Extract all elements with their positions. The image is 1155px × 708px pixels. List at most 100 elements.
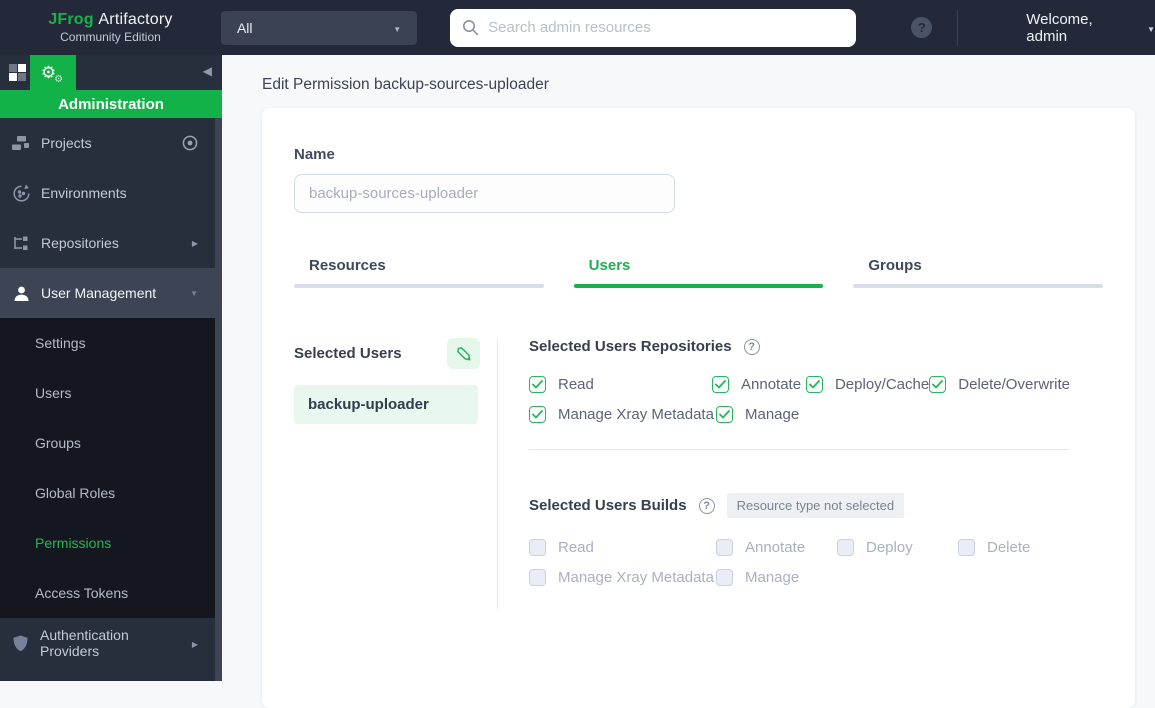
sidebar-item-settings[interactable]: Settings <box>0 318 215 368</box>
sidebar-item-users[interactable]: Users <box>0 368 215 418</box>
checkmark-icon <box>715 380 726 389</box>
checkmark-icon <box>532 410 543 419</box>
checkbox-checked[interactable] <box>529 406 546 423</box>
chevron-right-icon <box>192 239 198 248</box>
sidebar-item-authentication-providers[interactable]: Authentication Providers <box>0 618 222 668</box>
sidebar-section-title: Administration <box>0 90 222 118</box>
permission-delete-overwrite: Delete/Overwrite <box>929 376 1070 393</box>
top-bar: JFrog Artifactory Community Edition All … <box>0 0 1155 55</box>
main-content: Edit Permission backup-sources-uploader … <box>222 55 1155 681</box>
checkmark-icon <box>719 410 730 419</box>
sidebar-item-label: Authentication Providers <box>40 627 185 659</box>
permission-manage: Manage <box>716 406 799 423</box>
repositories-section-header: Selected Users Repositories ? <box>529 338 1070 355</box>
sidebar-collapse-icon[interactable] <box>203 64 212 78</box>
permission-deploy-cache: Deploy/Cache <box>806 376 929 393</box>
selected-users-title: Selected Users <box>294 345 402 362</box>
sidebar-item-environments[interactable]: Environments <box>0 168 222 218</box>
logo-edition: Community Edition <box>0 30 221 44</box>
permission-annotate: Annotate <box>712 376 806 393</box>
chevron-right-icon <box>192 634 198 652</box>
checkbox-unchecked <box>958 539 975 556</box>
checkmark-icon <box>532 380 543 389</box>
status-badge: Resource type not selected <box>727 493 905 518</box>
checkbox-unchecked <box>716 569 733 586</box>
sidebar-item-user-management[interactable]: User Management <box>0 268 222 318</box>
permission-annotate-disabled: Annotate <box>716 539 837 556</box>
app-logo: JFrog Artifactory Community Edition <box>0 11 221 44</box>
logo-product: Artifactory <box>98 11 172 28</box>
shield-icon <box>10 635 31 652</box>
blocks-icon <box>10 135 32 152</box>
tab-users[interactable]: Users <box>574 257 824 288</box>
checkmark-icon <box>809 380 820 389</box>
project-scope-icon[interactable] <box>182 135 198 151</box>
checkbox-checked[interactable] <box>712 376 729 393</box>
permission-manage-xray-metadata-disabled: Manage Xray Metadata <box>529 569 716 586</box>
permission-read-disabled: Read <box>529 539 716 556</box>
help-icon[interactable]: ? <box>911 17 932 38</box>
checkbox-checked[interactable] <box>716 406 733 423</box>
list-item[interactable]: backup-uploader <box>294 385 478 424</box>
chevron-down-icon <box>393 19 401 37</box>
search-input[interactable] <box>488 19 844 36</box>
tab-groups[interactable]: Groups <box>853 257 1103 288</box>
apps-grid-icon[interactable] <box>9 64 26 81</box>
builds-section-title: Selected Users Builds <box>529 497 687 514</box>
pencil-icon <box>456 346 472 362</box>
help-icon[interactable]: ? <box>699 498 715 514</box>
checkbox-unchecked <box>529 539 546 556</box>
checkbox-checked[interactable] <box>929 376 946 393</box>
administration-tab[interactable] <box>30 55 76 90</box>
topbar-divider <box>957 10 958 46</box>
user-management-submenu: Settings Users Groups Global Roles Permi… <box>0 318 215 618</box>
sidebar-item-label: Projects <box>41 135 92 151</box>
checkbox-checked[interactable] <box>529 376 546 393</box>
user-menu-label: Welcome, admin <box>1026 11 1137 45</box>
selected-users-panel: Selected Users backup-uploader <box>294 338 480 610</box>
chevron-down-icon <box>190 289 198 298</box>
user-menu[interactable]: Welcome, admin <box>1026 11 1155 45</box>
sidebar: Administration Projects <box>0 55 222 681</box>
permission-edit-card: Name Resources Users Groups Selected Use… <box>262 108 1135 708</box>
repositories-section-title: Selected Users Repositories <box>529 338 732 355</box>
permission-manage-xray-metadata: Manage Xray Metadata <box>529 406 716 423</box>
sidebar-item-projects[interactable]: Projects <box>0 118 222 168</box>
builds-section-header: Selected Users Builds ? Resource type no… <box>529 493 1070 518</box>
permission-deploy-disabled: Deploy <box>837 539 958 556</box>
name-field-label: Name <box>294 146 1103 163</box>
tab-bar: Resources Users Groups <box>294 257 1103 288</box>
checkbox-checked[interactable] <box>806 376 823 393</box>
admin-search[interactable] <box>450 9 856 47</box>
gears-icon-small <box>56 64 65 82</box>
sidebar-item-global-roles[interactable]: Global Roles <box>0 468 215 518</box>
section-divider <box>529 449 1070 450</box>
permissions-panel: Selected Users Repositories ? Read <box>529 338 1070 610</box>
logo-brand: JFrog <box>48 11 93 28</box>
sidebar-item-repositories[interactable]: Repositories <box>0 218 222 268</box>
sidebar-item-groups[interactable]: Groups <box>0 418 215 468</box>
cycle-icon <box>10 184 32 203</box>
sidebar-item-permissions[interactable]: Permissions <box>0 518 215 568</box>
sidebar-item-label: Repositories <box>41 235 119 251</box>
permission-manage-disabled: Manage <box>716 569 799 586</box>
page-title: Edit Permission backup-sources-uploader <box>262 76 1155 94</box>
permission-name-input[interactable] <box>294 174 675 213</box>
user-icon <box>10 285 32 302</box>
checkbox-unchecked <box>716 539 733 556</box>
panel-divider <box>497 338 498 610</box>
chevron-down-icon <box>1147 19 1155 37</box>
sidebar-item-access-tokens[interactable]: Access Tokens <box>0 568 215 618</box>
checkmark-icon <box>932 380 943 389</box>
sidebar-item-label: Environments <box>41 185 127 201</box>
tree-icon <box>10 235 32 252</box>
permission-delete-disabled: Delete <box>958 539 1030 556</box>
search-scope-dropdown[interactable]: All <box>221 11 417 45</box>
help-icon[interactable]: ? <box>744 339 760 355</box>
sidebar-item-label: User Management <box>41 285 156 301</box>
edit-users-button[interactable] <box>447 338 480 369</box>
sidebar-scrollbar[interactable] <box>215 118 222 681</box>
search-icon <box>462 19 479 36</box>
tab-resources[interactable]: Resources <box>294 257 544 288</box>
checkbox-unchecked <box>837 539 854 556</box>
